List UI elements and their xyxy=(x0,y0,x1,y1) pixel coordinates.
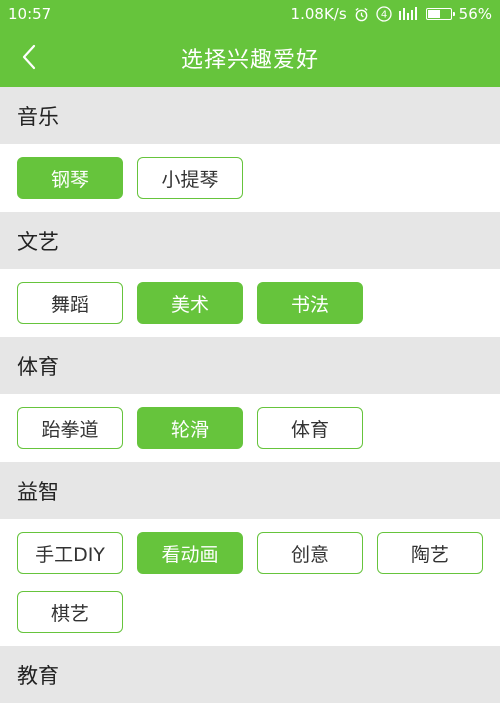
tag-group: 钢琴 小提琴 xyxy=(0,144,500,212)
interest-tag-selected[interactable]: 看动画 xyxy=(137,532,243,574)
section-header: 文艺 xyxy=(0,212,500,269)
interest-tag-selected[interactable]: 轮滑 xyxy=(137,407,243,449)
interest-tag[interactable]: 小提琴 xyxy=(137,157,243,199)
top-bar: 10:57 1.08K/s 4 56% 选择兴趣爱好 xyxy=(0,0,500,87)
page-title: 选择兴趣爱好 xyxy=(180,47,319,73)
battery-percent: 56% xyxy=(458,5,492,23)
alarm-clock-icon xyxy=(354,7,369,22)
nav-bar: 选择兴趣爱好 xyxy=(0,28,500,87)
sim-badge-icon: 4 xyxy=(376,6,392,22)
section-header: 益智 xyxy=(0,462,500,519)
network-speed: 1.08K/s xyxy=(290,5,347,23)
tag-group: 舞蹈 美术 书法 xyxy=(0,269,500,337)
interest-tag[interactable]: 跆拳道 xyxy=(17,407,123,449)
interest-tag[interactable]: 棋艺 xyxy=(17,591,123,633)
interest-tag-selected[interactable]: 美术 xyxy=(137,282,243,324)
status-right: 1.08K/s 4 56% xyxy=(291,5,492,23)
section-header: 体育 xyxy=(0,337,500,394)
back-button[interactable] xyxy=(14,42,44,72)
signal-bars-icon xyxy=(398,7,419,21)
interest-tag[interactable]: 体育 xyxy=(257,407,363,449)
status-time: 10:57 xyxy=(8,5,52,23)
battery-level-fill xyxy=(427,10,440,18)
interest-tag-selected[interactable]: 钢琴 xyxy=(17,157,123,199)
status-bar: 10:57 1.08K/s 4 56% xyxy=(0,0,500,28)
interest-sections: 音乐 钢琴 小提琴 文艺 舞蹈 美术 书法 体育 跆拳道 轮滑 体育 益智 手工DIY 看动画 创意 陶艺 棋艺… xyxy=(0,87,500,703)
battery-icon xyxy=(425,8,455,20)
section-header: 教育 xyxy=(0,646,500,703)
section-header: 音乐 xyxy=(0,87,500,144)
tag-group: 跆拳道 轮滑 体育 xyxy=(0,394,500,462)
interest-tag-selected[interactable]: 书法 xyxy=(257,282,363,324)
interest-tag[interactable]: 创意 xyxy=(257,532,363,574)
interest-tag[interactable]: 手工DIY xyxy=(17,532,123,574)
chevron-left-icon xyxy=(22,44,36,70)
sim-badge-text: 4 xyxy=(380,10,386,21)
tag-group: 手工DIY 看动画 创意 陶艺棋艺 xyxy=(0,519,500,646)
interest-tag[interactable]: 陶艺 xyxy=(377,532,483,574)
interest-tag[interactable]: 舞蹈 xyxy=(17,282,123,324)
